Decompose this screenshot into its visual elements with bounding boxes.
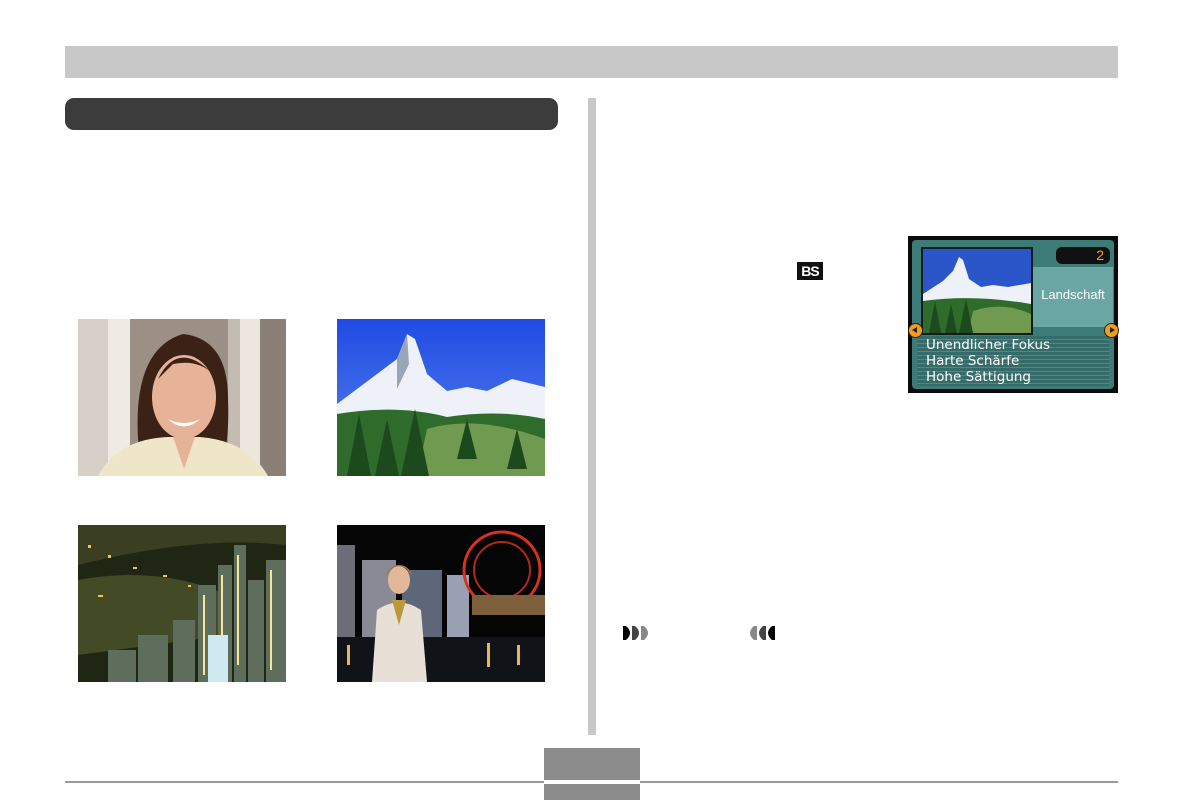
forward-arrows-icon	[622, 625, 652, 646]
scene-name: Landschaft	[1041, 287, 1105, 302]
scene-setting-1: Unendlicher Fokus	[926, 337, 1051, 353]
portrait-photo	[78, 319, 286, 476]
page-number-tab	[544, 748, 640, 800]
camera-lcd-screen: 2 Landschaft Unendlicher Fokus Harte Sch…	[908, 236, 1119, 393]
bs-mode-icon: BS	[797, 262, 823, 280]
column-divider	[588, 98, 596, 735]
scene-setting-3: Hohe Sättigung	[926, 369, 1031, 385]
scene-setting-2: Harte Schärfe	[926, 353, 1020, 369]
back-arrows-icon	[746, 625, 776, 646]
left-arrow-icon	[908, 323, 923, 338]
night-city-photo	[78, 525, 286, 682]
scene-settings-area: Unendlicher Fokus Harte Schärfe Hohe Sät…	[917, 336, 1109, 386]
night-portrait-photo	[337, 525, 545, 682]
page-tab-divider	[544, 780, 640, 784]
scene-thumbnail	[921, 247, 1033, 335]
right-arrow-icon	[1104, 323, 1119, 338]
landscape-photo	[337, 319, 545, 476]
scene-number: 2	[1056, 247, 1110, 264]
header-bar	[65, 46, 1118, 78]
lcd-panel: 2 Landschaft Unendlicher Fokus Harte Sch…	[912, 240, 1114, 389]
section-title-bar	[65, 98, 558, 130]
